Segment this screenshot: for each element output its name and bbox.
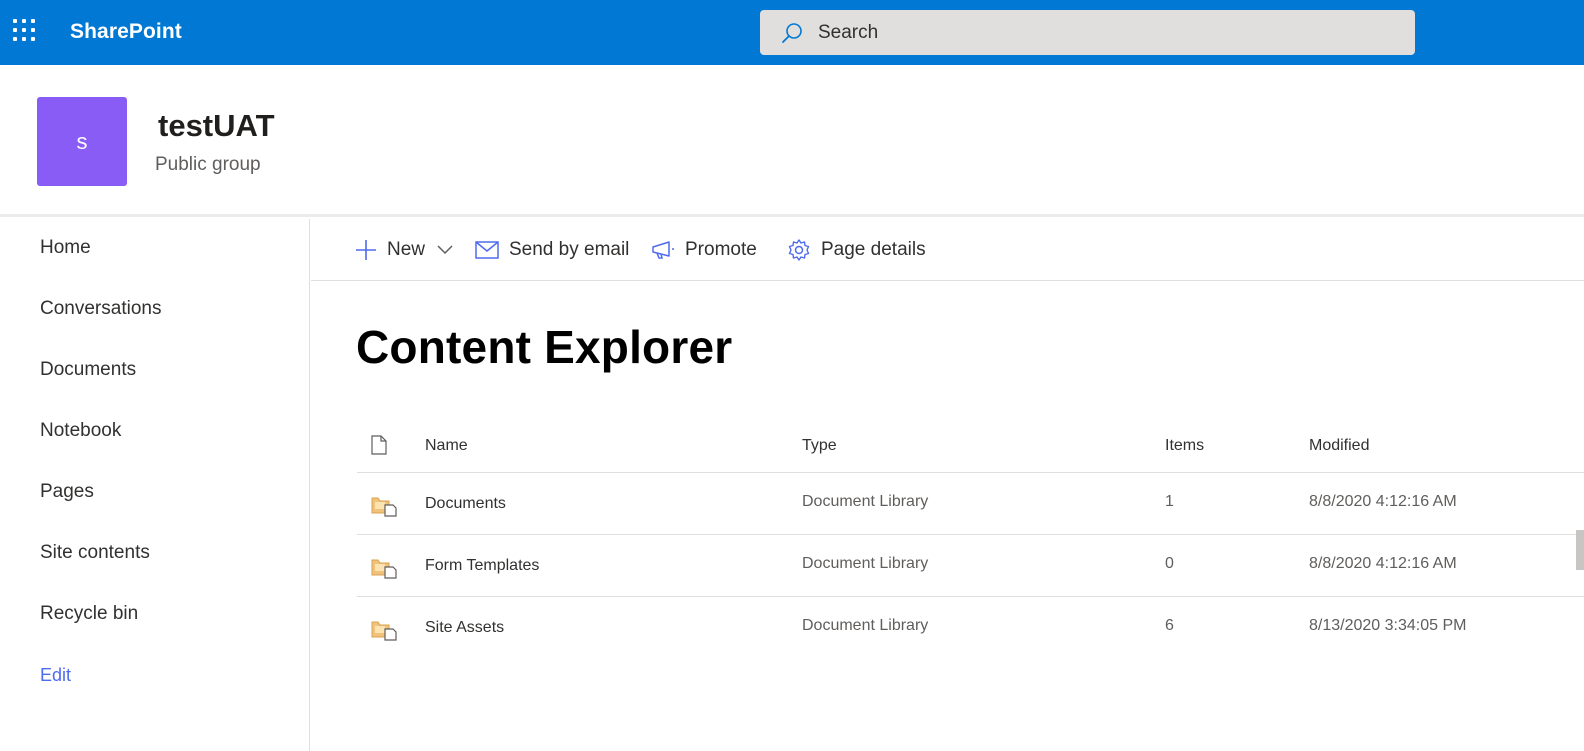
file-type-icon[interactable]	[371, 435, 387, 460]
table-row[interactable]: Documents Document Library 1 8/8/2020 4:…	[357, 473, 1584, 535]
content-table: Name Type Items Modified Documents Docum…	[357, 425, 1584, 659]
nav-item-site-contents[interactable]: Site contents	[40, 542, 150, 564]
row-name[interactable]: Site Assets	[425, 619, 504, 637]
row-items: 1	[1165, 493, 1174, 510]
table-header: Name Type Items Modified	[357, 425, 1584, 473]
column-header-type[interactable]: Type	[802, 437, 837, 455]
site-header: s testUAT Public group	[0, 65, 1584, 217]
nav-item-conversations[interactable]: Conversations	[40, 298, 161, 320]
column-header-name[interactable]: Name	[425, 437, 468, 455]
search-icon	[782, 22, 802, 43]
row-items: 0	[1165, 555, 1174, 572]
row-type: Document Library	[802, 493, 929, 510]
library-folder-icon	[371, 621, 397, 641]
row-type: Document Library	[802, 555, 929, 572]
page-title: Content Explorer	[356, 321, 733, 373]
suite-bar: SharePoint Search	[0, 0, 1584, 65]
scrollbar[interactable]	[1576, 530, 1584, 570]
row-items: 6	[1165, 617, 1174, 634]
left-nav: Home Conversations Documents Notebook Pa…	[0, 219, 310, 751]
row-type: Document Library	[802, 617, 929, 634]
chevron-down-icon[interactable]	[437, 244, 453, 255]
table-row[interactable]: Site Assets Document Library 6 8/13/2020…	[357, 597, 1584, 659]
row-modified: 8/8/2020 4:12:16 AM	[1309, 555, 1457, 572]
page-details-label: Page details	[821, 238, 926, 260]
plus-icon	[356, 239, 376, 260]
page-details-button[interactable]: Page details	[787, 219, 926, 280]
search-box[interactable]: Search	[760, 10, 1415, 55]
mail-icon	[475, 240, 499, 259]
nav-edit-link[interactable]: Edit	[40, 665, 71, 686]
site-title[interactable]: testUAT	[158, 108, 275, 144]
new-button[interactable]: New	[355, 219, 453, 280]
promote-button[interactable]: Promote	[651, 219, 757, 280]
send-by-email-button[interactable]: Send by email	[475, 219, 629, 280]
command-bar: New Send by email Promote Page details	[311, 219, 1584, 281]
nav-item-home[interactable]: Home	[40, 237, 91, 259]
row-name[interactable]: Form Templates	[425, 557, 539, 575]
row-name[interactable]: Documents	[425, 495, 506, 513]
table-row[interactable]: Form Templates Document Library 0 8/8/20…	[357, 535, 1584, 597]
nav-item-pages[interactable]: Pages	[40, 481, 94, 503]
nav-item-documents[interactable]: Documents	[40, 359, 136, 381]
new-label: New	[387, 238, 426, 260]
site-subtitle: Public group	[155, 154, 261, 175]
row-modified: 8/8/2020 4:12:16 AM	[1309, 493, 1457, 510]
row-modified: 8/13/2020 3:34:05 PM	[1309, 617, 1467, 634]
app-launcher-icon[interactable]	[13, 19, 39, 45]
search-input[interactable]: Search	[818, 22, 878, 44]
gear-icon	[788, 238, 810, 261]
column-header-items[interactable]: Items	[1165, 437, 1204, 455]
column-header-modified[interactable]: Modified	[1309, 437, 1369, 455]
site-logo[interactable]: s	[37, 97, 127, 186]
library-folder-icon	[371, 497, 397, 517]
megaphone-icon	[652, 240, 674, 259]
send-by-email-label: Send by email	[509, 238, 630, 260]
nav-item-notebook[interactable]: Notebook	[40, 420, 121, 442]
promote-label: Promote	[685, 238, 757, 260]
library-folder-icon	[371, 559, 397, 579]
nav-item-recycle-bin[interactable]: Recycle bin	[40, 603, 138, 625]
brand-link[interactable]: SharePoint	[70, 20, 182, 44]
